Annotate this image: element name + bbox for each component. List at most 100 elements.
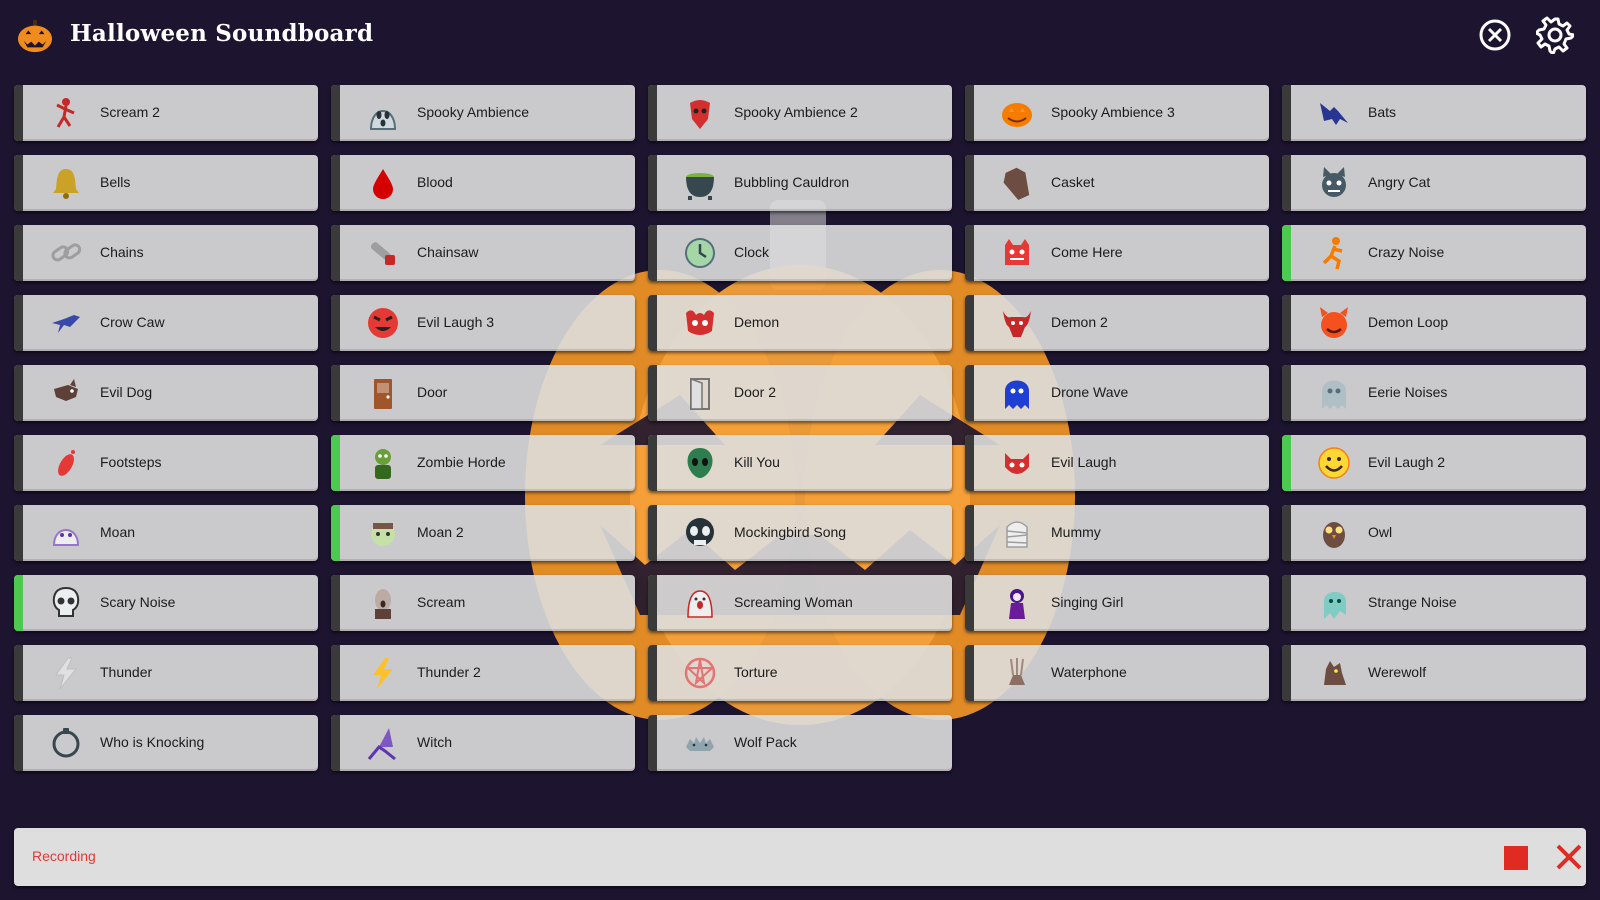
sound-button[interactable]: Singing Girl xyxy=(965,575,1269,631)
sound-button[interactable]: Angry Cat xyxy=(1282,155,1586,211)
sound-button[interactable]: Chains xyxy=(14,225,318,281)
sound-button[interactable]: Bats xyxy=(1282,85,1586,141)
sound-button[interactable]: Bells xyxy=(14,155,318,211)
inactive-indicator xyxy=(1282,85,1291,141)
sound-button[interactable]: Demon Loop xyxy=(1282,295,1586,351)
inactive-indicator xyxy=(965,155,974,211)
sound-button[interactable]: Torture xyxy=(648,645,952,701)
pumpkin-logo-icon xyxy=(17,19,53,53)
sound-button[interactable]: Evil Laugh 2 xyxy=(1282,435,1586,491)
recording-label: Recording xyxy=(32,848,96,864)
sound-label: Evil Dog xyxy=(100,384,153,400)
sound-button[interactable]: Come Here xyxy=(965,225,1269,281)
sound-button[interactable]: Spooky Ambience 2 xyxy=(648,85,952,141)
sound-label: Strange Noise xyxy=(1368,594,1457,610)
inactive-indicator xyxy=(14,645,23,701)
cancel-x-icon[interactable] xyxy=(1554,842,1584,872)
inactive-indicator xyxy=(965,85,974,141)
clock-icon xyxy=(685,238,715,268)
inactive-indicator xyxy=(648,715,657,771)
sound-button[interactable]: Evil Laugh xyxy=(965,435,1269,491)
sound-button[interactable]: Evil Dog xyxy=(14,365,318,421)
sound-label: Evil Laugh xyxy=(1051,454,1117,470)
inactive-indicator xyxy=(1282,365,1291,421)
sound-button[interactable]: Thunder 2 xyxy=(331,645,635,701)
sound-label: Door xyxy=(417,384,448,400)
sound-button[interactable]: Door xyxy=(331,365,635,421)
sound-button[interactable]: Werewolf xyxy=(1282,645,1586,701)
app-title: Halloween Soundboard xyxy=(70,20,374,47)
sound-button[interactable]: Spooky Ambience xyxy=(331,85,635,141)
inactive-indicator xyxy=(331,225,340,281)
sound-label: Spooky Ambience 2 xyxy=(734,104,858,120)
sound-label: Eerie Noises xyxy=(1368,384,1448,400)
sound-button[interactable]: Zombie Horde xyxy=(331,435,635,491)
sound-button[interactable]: Bubbling Cauldron xyxy=(648,155,952,211)
sound-label: Demon xyxy=(734,314,780,330)
blue-ghost-icon xyxy=(1005,380,1029,409)
stop-button[interactable] xyxy=(1504,846,1528,870)
sound-button[interactable]: Owl xyxy=(1282,505,1586,561)
gear-icon[interactable] xyxy=(1536,16,1574,54)
bull-demon-icon xyxy=(1003,311,1031,337)
active-indicator xyxy=(331,505,340,561)
running-figure-icon xyxy=(1322,237,1343,270)
sound-button[interactable]: Chainsaw xyxy=(331,225,635,281)
active-indicator xyxy=(331,435,340,491)
sound-button[interactable]: Door 2 xyxy=(648,365,952,421)
inactive-indicator xyxy=(331,715,340,771)
sound-button[interactable]: Scary Noise xyxy=(14,575,318,631)
open-door-icon xyxy=(690,377,710,410)
sound-button[interactable]: Thunder xyxy=(14,645,318,701)
sound-button[interactable]: Mockingbird Song xyxy=(648,505,952,561)
inactive-indicator xyxy=(648,365,657,421)
sound-button[interactable]: Who is Knocking xyxy=(14,715,318,771)
sound-button[interactable]: Eerie Noises xyxy=(1282,365,1586,421)
chainsaw-icon xyxy=(370,242,395,265)
sound-button[interactable]: Drone Wave xyxy=(965,365,1269,421)
devil-head-icon xyxy=(1005,453,1029,474)
sound-button[interactable]: Crazy Noise xyxy=(1282,225,1586,281)
inactive-indicator xyxy=(14,365,23,421)
sound-button[interactable]: Scream 2 xyxy=(14,85,318,141)
sound-button[interactable]: Kill You xyxy=(648,435,952,491)
sound-button[interactable]: Screaming Woman xyxy=(648,575,952,631)
sound-button[interactable]: Mummy xyxy=(965,505,1269,561)
sound-button[interactable]: Spooky Ambience 3 xyxy=(965,85,1269,141)
pentagram-icon xyxy=(684,657,716,689)
chain-icon xyxy=(51,243,82,262)
sound-button[interactable]: Demon xyxy=(648,295,952,351)
bell-icon xyxy=(53,169,79,199)
sound-button[interactable]: Blood xyxy=(331,155,635,211)
sound-button[interactable]: Scream xyxy=(331,575,635,631)
sound-label: Door 2 xyxy=(734,384,777,400)
sound-button[interactable]: Casket xyxy=(965,155,1269,211)
sound-label: Crazy Noise xyxy=(1368,244,1445,260)
sound-button[interactable]: Footsteps xyxy=(14,435,318,491)
sound-label: Zombie Horde xyxy=(417,454,506,470)
active-indicator xyxy=(14,575,23,631)
close-circle-icon[interactable] xyxy=(1476,16,1514,54)
inactive-indicator xyxy=(1282,645,1291,701)
inactive-indicator xyxy=(14,85,23,141)
sound-button[interactable]: Waterphone xyxy=(965,645,1269,701)
sound-button[interactable]: Wolf Pack xyxy=(648,715,952,771)
inactive-indicator xyxy=(648,295,657,351)
sound-label: Mummy xyxy=(1051,524,1101,540)
sound-button[interactable]: Moan xyxy=(14,505,318,561)
sound-button[interactable]: Crow Caw xyxy=(14,295,318,351)
sound-label: Mockingbird Song xyxy=(734,524,847,540)
sound-label: Chainsaw xyxy=(417,244,479,260)
inactive-indicator xyxy=(648,505,657,561)
sound-button[interactable]: Moan 2 xyxy=(331,505,635,561)
inactive-indicator xyxy=(14,295,23,351)
sound-button[interactable]: Demon 2 xyxy=(965,295,1269,351)
sound-button[interactable]: Witch xyxy=(331,715,635,771)
sound-label: Spooky Ambience 3 xyxy=(1051,104,1175,120)
inactive-indicator xyxy=(14,435,23,491)
sound-label: Blood xyxy=(417,174,453,190)
sound-button[interactable]: Clock xyxy=(648,225,952,281)
zombie-head-icon xyxy=(371,522,395,546)
sound-button[interactable]: Evil Laugh 3 xyxy=(331,295,635,351)
sound-button[interactable]: Strange Noise xyxy=(1282,575,1586,631)
